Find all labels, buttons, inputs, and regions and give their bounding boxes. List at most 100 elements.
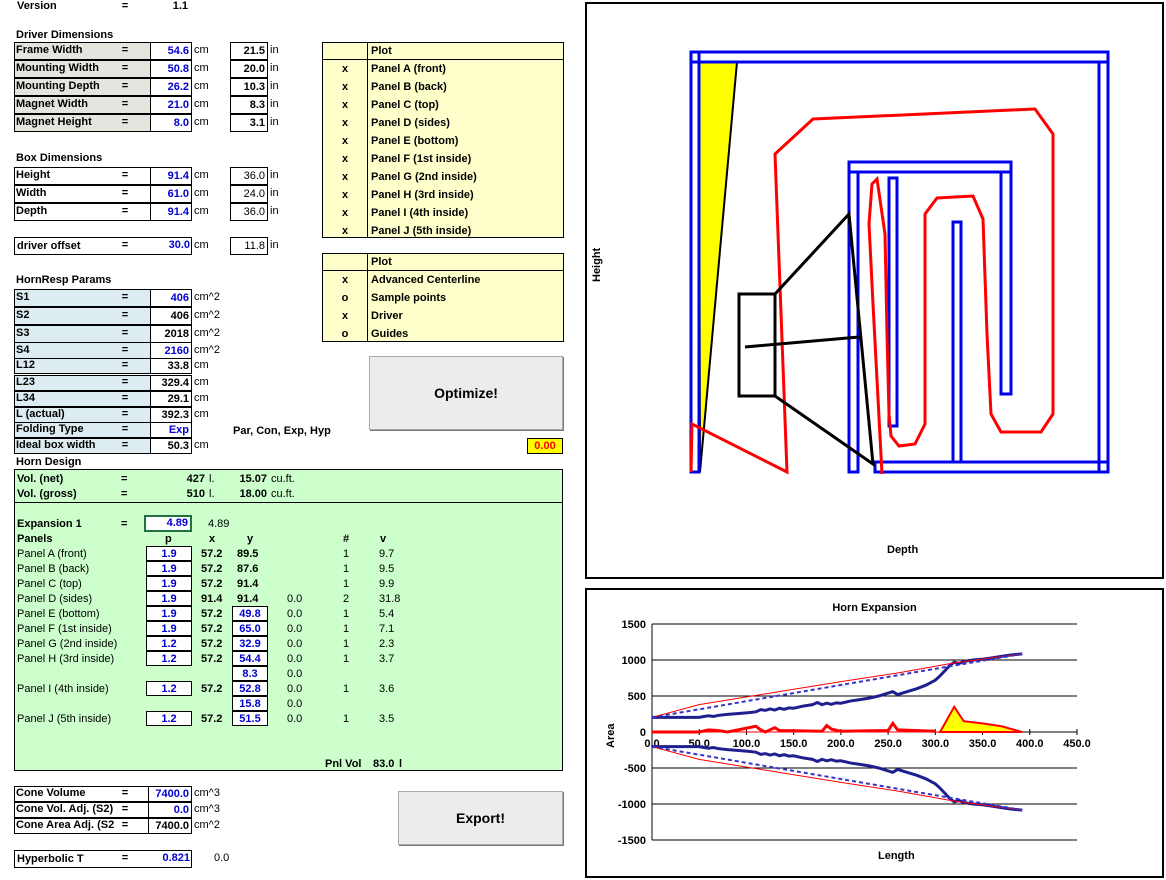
plot-toggle-plot1-6[interactable]: x bbox=[323, 169, 367, 187]
box-dim-eq: = bbox=[121, 205, 129, 217]
extra-y-input-2[interactable]: 15.8 bbox=[232, 696, 268, 711]
hornresp-label: L12 bbox=[16, 359, 35, 371]
panel-p-input[interactable]: 1.2 bbox=[146, 636, 192, 651]
panel-count: 2 bbox=[343, 593, 350, 605]
hornresp-label: Ideal box width bbox=[16, 439, 96, 451]
panel-p-input[interactable]: 1.9 bbox=[146, 606, 192, 621]
plot-toggle-plot1-0[interactable]: x bbox=[323, 61, 367, 79]
cone-label: Cone Volume bbox=[16, 787, 86, 799]
box-dim-value[interactable]: 91.4 bbox=[150, 203, 192, 221]
driver-dim-value[interactable]: 50.8 bbox=[150, 60, 192, 78]
panel-p-input[interactable]: 1.9 bbox=[146, 591, 192, 606]
y-header: y bbox=[247, 533, 254, 545]
panel-v: 3.6 bbox=[379, 683, 395, 695]
plot-toggle-plot1-9[interactable]: x bbox=[323, 223, 367, 241]
y-tick-label: -1000 bbox=[618, 799, 646, 811]
driver-dim-value[interactable]: 8.0 bbox=[150, 114, 192, 132]
cone-value[interactable]: 7400.0 bbox=[148, 786, 192, 802]
cone-value: 7400.0 bbox=[148, 818, 192, 834]
driver-offset-inch: 11.8 bbox=[230, 237, 268, 255]
box-dim-in-unit: in bbox=[270, 169, 279, 181]
panel-y-input[interactable]: 51.5 bbox=[232, 711, 268, 726]
horn-expansion-chart: 150010005000-500-1000-15000.0 50.0 100.0 15… bbox=[618, 619, 1091, 847]
extra-y-input-1[interactable]: 8.3 bbox=[232, 666, 268, 681]
panel-p-input[interactable]: 1.2 bbox=[146, 681, 192, 696]
extra-z-2: 0.0 bbox=[287, 698, 303, 710]
plot-toggle-plot2-3[interactable]: o bbox=[323, 326, 367, 344]
hornresp-unit: cm bbox=[194, 359, 209, 371]
cone-value[interactable]: 0.0 bbox=[148, 802, 192, 818]
plot-label-plot1-9: Panel J (5th inside) bbox=[371, 225, 472, 237]
vol-net-value: 427 bbox=[186, 473, 205, 485]
driver-dim-value[interactable]: 26.2 bbox=[150, 78, 192, 96]
plot-label-plot2-2: Driver bbox=[371, 310, 403, 322]
panel-y-input[interactable]: 54.4 bbox=[232, 651, 268, 666]
plot-toggle-plot1-2[interactable]: x bbox=[323, 97, 367, 115]
panel-p-input[interactable]: 1.2 bbox=[146, 651, 192, 666]
y-tick-label: 1500 bbox=[622, 619, 646, 631]
panel-y-input[interactable]: 65.0 bbox=[232, 621, 268, 636]
panel-p-input[interactable]: 1.9 bbox=[146, 621, 192, 636]
plot-toggle-plot1-5[interactable]: x bbox=[323, 151, 367, 169]
expansion-input[interactable]: 4.89 bbox=[144, 515, 192, 532]
panel-y: 91.4 bbox=[237, 578, 259, 590]
area-region bbox=[938, 704, 1023, 733]
version-value: 1.1 bbox=[172, 0, 188, 12]
box-dim-value[interactable]: 61.0 bbox=[150, 185, 192, 203]
hornresp-eq: = bbox=[121, 392, 129, 404]
driver-dim-inch: 8.3 bbox=[230, 96, 268, 114]
plot-toggle-plot2-0[interactable]: x bbox=[323, 272, 367, 290]
panel-p-input[interactable]: 1.9 bbox=[146, 561, 192, 576]
driver-dim-in-unit: in bbox=[270, 98, 279, 110]
optimize-button[interactable]: Optimize! bbox=[369, 356, 563, 430]
hornresp-unit: cm^2 bbox=[194, 327, 220, 339]
target-line bbox=[651, 652, 1023, 719]
driver-dim-value[interactable]: 21.0 bbox=[150, 96, 192, 114]
plot-toggle-plot2-2[interactable]: x bbox=[323, 308, 367, 326]
expansion-echo: 4.89 bbox=[208, 518, 230, 530]
panel-name: Panel J (5th inside) bbox=[17, 713, 112, 725]
hornresp-value[interactable]: Exp bbox=[150, 422, 192, 438]
status-indicator: 0.00 bbox=[527, 438, 563, 454]
hornresp-label: L (actual) bbox=[16, 408, 65, 420]
panel-z: 0.0 bbox=[287, 653, 303, 665]
driver-offset-value[interactable]: 30.0 bbox=[150, 237, 192, 255]
hornresp-value: 33.8 bbox=[150, 358, 192, 374]
panel-name: Panel B (back) bbox=[17, 563, 90, 575]
x-tick-label: 300.0 bbox=[922, 738, 950, 750]
hornresp-eq: = bbox=[121, 344, 129, 356]
box-dim-unit: cm bbox=[194, 205, 209, 217]
panel-x: 57.2 bbox=[201, 653, 223, 665]
panel-p-input[interactable]: 1.9 bbox=[146, 576, 192, 591]
y-tick-label: -1500 bbox=[618, 835, 646, 847]
plot-label-plot1-0: Panel A (front) bbox=[371, 63, 446, 75]
hornresp-value: 406 bbox=[150, 307, 192, 325]
panel-y-input[interactable]: 32.9 bbox=[232, 636, 268, 651]
x-tick-label: 250.0 bbox=[874, 738, 902, 750]
driver-dim-value[interactable]: 54.6 bbox=[150, 42, 192, 60]
plot-toggle-plot1-8[interactable]: x bbox=[323, 205, 367, 223]
panel-p-input[interactable]: 1.2 bbox=[146, 711, 192, 726]
folding-options-text: Par, Con, Exp, Hyp bbox=[233, 425, 331, 437]
driver-dim-unit: cm bbox=[194, 116, 209, 128]
panel-p-input[interactable]: 1.9 bbox=[146, 546, 192, 561]
plot-toggle-plot1-1[interactable]: x bbox=[323, 79, 367, 97]
p-header: p bbox=[165, 533, 172, 545]
export-button[interactable]: Export! bbox=[398, 791, 563, 845]
box-dim-value[interactable]: 91.4 bbox=[150, 167, 192, 185]
hyperbolic-value[interactable]: 0.821 bbox=[150, 850, 192, 868]
plot-toggle-plot2-1[interactable]: o bbox=[323, 290, 367, 308]
version-label: Version bbox=[17, 0, 57, 12]
plot-toggle-plot1-3[interactable]: x bbox=[323, 115, 367, 133]
panel-v: 7.1 bbox=[379, 623, 395, 635]
plot-toggle-plot1-4[interactable]: x bbox=[323, 133, 367, 151]
hornresp-eq: = bbox=[121, 408, 129, 420]
plot-toggle-plot1-7[interactable]: x bbox=[323, 187, 367, 205]
hornresp-unit: cm bbox=[194, 392, 209, 404]
panel-y-input[interactable]: 52.8 bbox=[232, 681, 268, 696]
driver-dim-in-unit: in bbox=[270, 44, 279, 56]
panel-y-input[interactable]: 49.8 bbox=[232, 606, 268, 621]
panel-count: 1 bbox=[343, 548, 350, 560]
hornresp-value[interactable]: 406 bbox=[150, 289, 192, 307]
driver-outline bbox=[737, 210, 875, 468]
